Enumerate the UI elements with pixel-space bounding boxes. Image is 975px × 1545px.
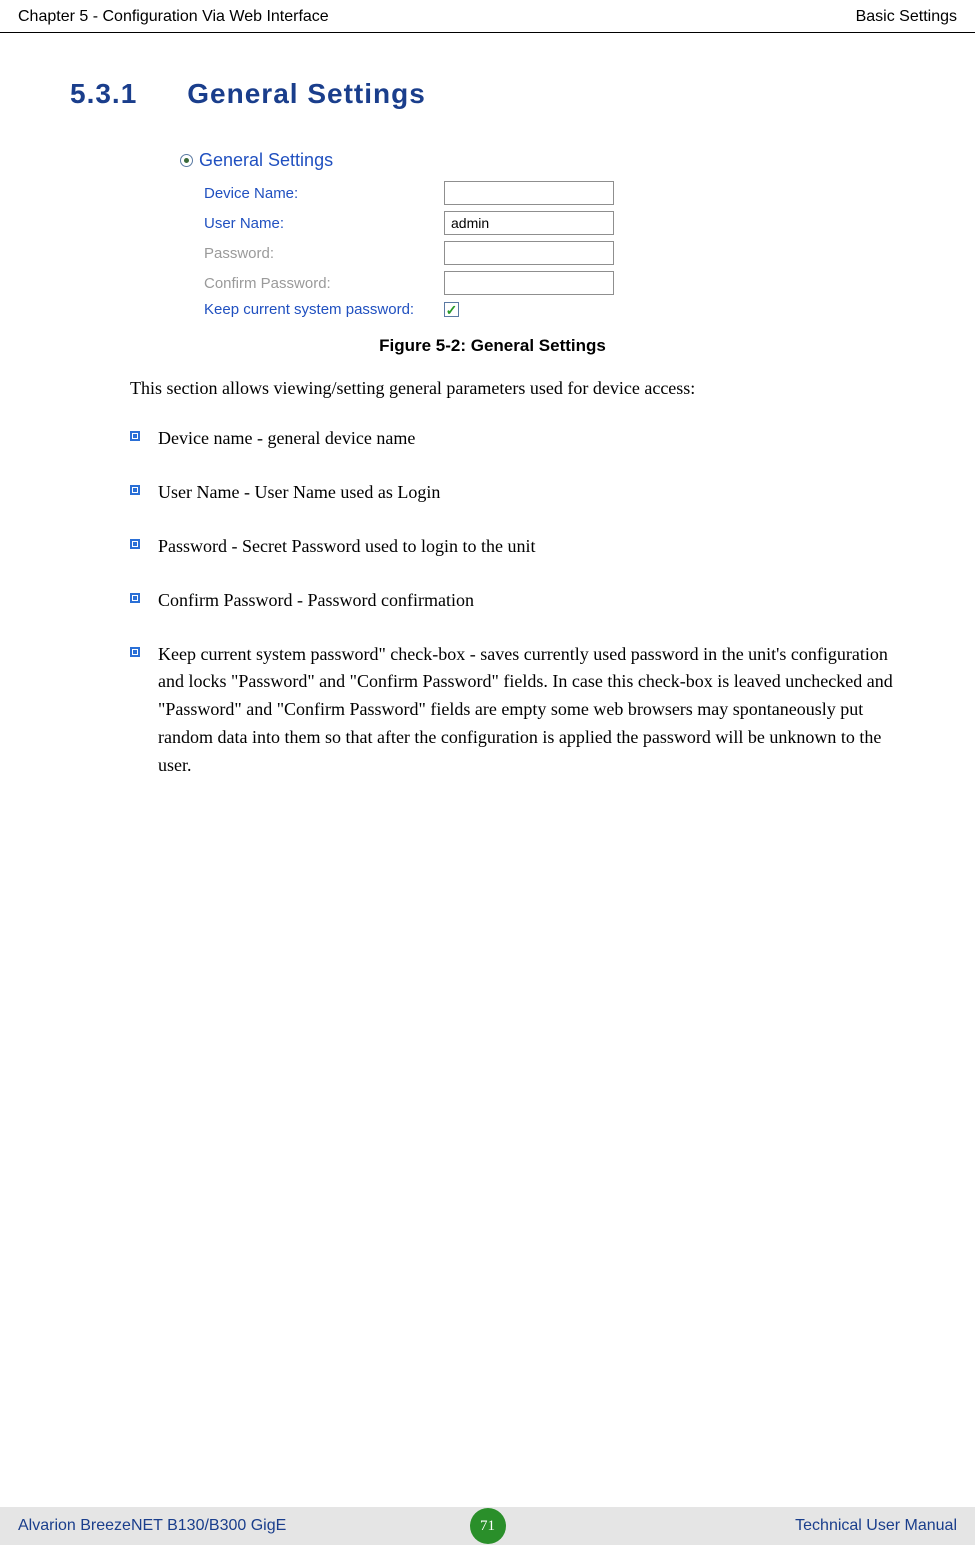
list-item: Device name - general device name (130, 425, 915, 453)
bullet-icon (130, 485, 140, 495)
input-user-name[interactable] (444, 211, 614, 235)
bullet-icon (130, 647, 140, 657)
page-header: Chapter 5 - Configuration Via Web Interf… (0, 0, 975, 33)
section-heading: 5.3.1 General Settings (70, 78, 915, 110)
input-confirm-password[interactable] (444, 271, 614, 295)
bullet-list: Device name - general device name User N… (130, 425, 915, 780)
list-item: User Name - User Name used as Login (130, 479, 915, 507)
bullet-icon (130, 431, 140, 441)
row-password: Password: (204, 241, 915, 265)
list-item: Keep current system password" check-box … (130, 641, 915, 780)
label-device-name: Device Name: (204, 185, 444, 202)
section-title: General Settings (187, 78, 426, 109)
row-confirm-password: Confirm Password: (204, 271, 915, 295)
footer-left: Alvarion BreezeNET B130/B300 GigE (18, 1517, 286, 1535)
bullet-text: Password - Secret Password used to login… (158, 533, 535, 561)
checkbox-keep-password[interactable]: ✓ (444, 302, 459, 317)
header-left: Chapter 5 - Configuration Via Web Interf… (18, 8, 329, 26)
row-user-name: User Name: (204, 211, 915, 235)
bullet-icon (130, 593, 140, 603)
figure-panel: General Settings Device Name: User Name:… (180, 150, 915, 318)
page-content: 5.3.1 General Settings General Settings D… (0, 33, 975, 780)
section-number: 5.3.1 (70, 78, 137, 110)
footer-right: Technical User Manual (795, 1517, 957, 1535)
label-user-name: User Name: (204, 215, 444, 232)
intro-text: This section allows viewing/setting gene… (130, 378, 915, 399)
bullet-text: Device name - general device name (158, 425, 415, 453)
label-confirm-password: Confirm Password: (204, 275, 444, 292)
row-keep-password: Keep current system password: ✓ (204, 301, 915, 318)
figure-panel-title: General Settings (199, 150, 333, 171)
figure-title-row: General Settings (180, 150, 915, 171)
bullet-icon (130, 539, 140, 549)
list-item: Password - Secret Password used to login… (130, 533, 915, 561)
input-password[interactable] (444, 241, 614, 265)
radio-selected-icon[interactable] (180, 154, 193, 167)
bullet-text: Confirm Password - Password confirmation (158, 587, 474, 615)
header-right: Basic Settings (856, 8, 957, 26)
figure-caption: Figure 5-2: General Settings (70, 336, 915, 356)
page-number-badge: 71 (470, 1508, 506, 1544)
label-password: Password: (204, 245, 444, 262)
input-device-name[interactable] (444, 181, 614, 205)
row-device-name: Device Name: (204, 181, 915, 205)
bullet-text: Keep current system password" check-box … (158, 641, 915, 780)
label-keep-password: Keep current system password: (204, 301, 444, 318)
list-item: Confirm Password - Password confirmation (130, 587, 915, 615)
bullet-text: User Name - User Name used as Login (158, 479, 440, 507)
